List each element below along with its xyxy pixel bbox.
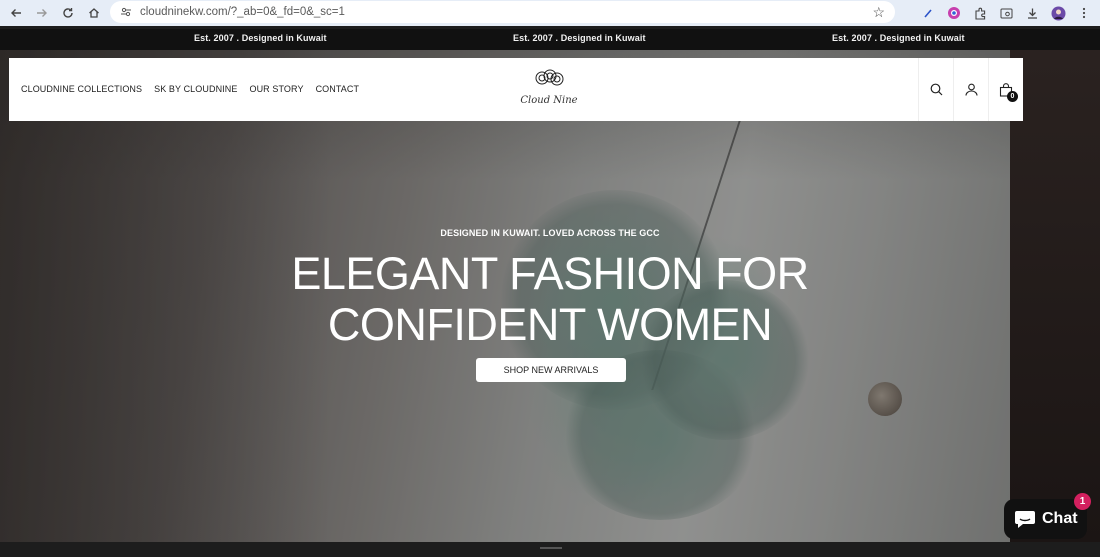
hero-eyebrow: DESIGNED IN KUWAIT. LOVED ACROSS THE GCC — [440, 228, 660, 238]
reload-icon[interactable] — [56, 1, 80, 25]
logo-wordmark: Cloud Nine — [520, 95, 578, 106]
announcement-text: Est. 2007 . Designed in Kuwait — [194, 33, 327, 43]
site-logo[interactable]: Cloud Nine — [519, 68, 579, 112]
nav-item-contact[interactable]: CONTACT — [316, 84, 360, 94]
web-page: Est. 2007 . Designed in Kuwait Est. 2007… — [0, 29, 1100, 557]
nav-item-our-story[interactable]: OUR STORY — [249, 84, 303, 94]
download-icon[interactable] — [1024, 5, 1040, 21]
site-info-icon[interactable] — [118, 4, 134, 20]
header-actions: 0 — [918, 58, 1023, 121]
main-nav: CLOUDNINE COLLECTIONS SK BY CLOUDNINE OU… — [21, 84, 371, 94]
hero-headline-line: ELEGANT FASHION FOR — [291, 248, 809, 299]
bookmark-star-icon[interactable]: ☆ — [872, 4, 885, 21]
cart-count-badge: 0 — [1007, 91, 1018, 102]
announcement-text: Est. 2007 . Designed in Kuwait — [832, 33, 965, 43]
hero-headline: ELEGANT FASHION FOR CONFIDENT WOMEN — [0, 248, 1100, 350]
account-button[interactable] — [953, 58, 988, 121]
chat-label: Chat — [1042, 510, 1078, 527]
forward-icon[interactable] — [30, 1, 54, 25]
profile-avatar-icon[interactable] — [1050, 5, 1066, 21]
color-extension-icon[interactable] — [946, 5, 962, 21]
site-header: CLOUDNINE COLLECTIONS SK BY CLOUDNINE OU… — [9, 58, 1023, 121]
puzzle-extensions-icon[interactable] — [972, 5, 988, 21]
nav-item-collections[interactable]: CLOUDNINE COLLECTIONS — [21, 84, 142, 94]
pen-extension-icon[interactable] — [920, 5, 936, 21]
announcement-text: Est. 2007 . Designed in Kuwait — [513, 33, 646, 43]
browser-menu-icon[interactable] — [1076, 5, 1092, 21]
user-icon — [964, 83, 978, 96]
back-icon[interactable] — [4, 1, 28, 25]
shop-new-arrivals-button[interactable]: SHOP NEW ARRIVALS — [476, 358, 626, 382]
search-button[interactable] — [918, 58, 953, 121]
hero-headline-line: CONFIDENT WOMEN — [327, 299, 773, 350]
announcement-bar: Est. 2007 . Designed in Kuwait Est. 2007… — [0, 29, 1100, 50]
tab-search-icon[interactable] — [998, 5, 1014, 21]
scroll-indicator-area — [0, 542, 1100, 557]
browser-toolbar: cloudninekw.com/?_ab=0&_fd=0&_sc=1 ☆ — [0, 0, 1100, 26]
search-icon — [930, 83, 942, 96]
chat-unread-badge: 1 — [1074, 493, 1091, 510]
nav-item-sk-by-cloudnine[interactable]: SK BY CLOUDNINE — [154, 84, 237, 94]
chat-bubble-icon — [1015, 511, 1035, 528]
url-text: cloudninekw.com/?_ab=0&_fd=0&_sc=1 — [140, 6, 345, 18]
cart-button[interactable]: 0 — [988, 58, 1023, 121]
home-icon[interactable] — [82, 1, 106, 25]
extension-area — [920, 1, 1092, 25]
logo-flower-mark — [535, 69, 564, 86]
address-bar[interactable]: cloudninekw.com/?_ab=0&_fd=0&_sc=1 ☆ — [110, 1, 895, 23]
scroll-handle[interactable] — [540, 547, 562, 549]
